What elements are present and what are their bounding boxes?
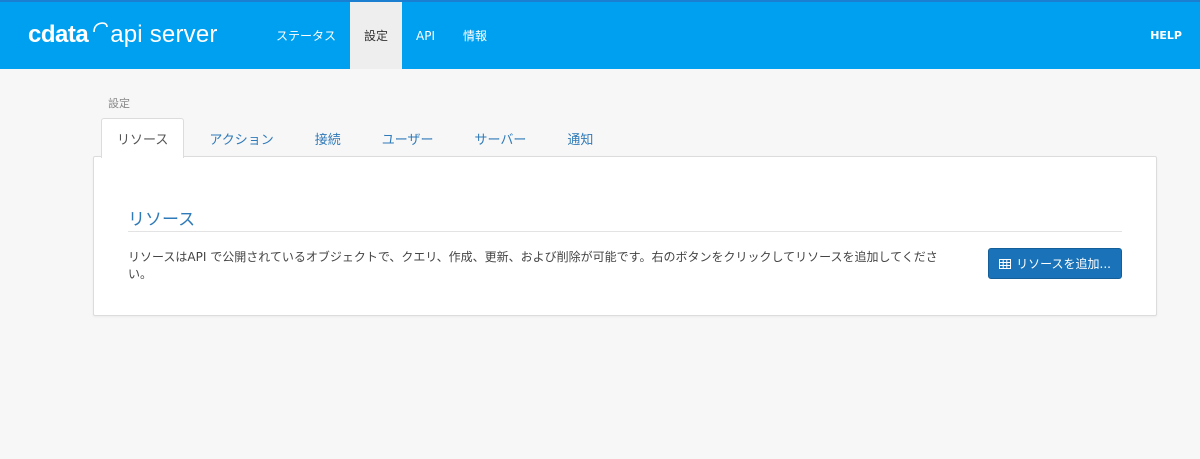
top-navbar: cdata api server ステータス 設定 API 情報 HELP: [0, 0, 1200, 69]
add-resource-button-label: リソースを追加...: [1016, 257, 1111, 271]
table-icon: [999, 258, 1012, 269]
tab-label: サーバー: [474, 132, 527, 148]
tab-label: ユーザー: [381, 132, 434, 148]
logo-product-text: api server: [110, 21, 218, 48]
divider: [128, 231, 1122, 232]
cloud-icon: [92, 18, 109, 52]
breadcrumb: 設定: [108, 97, 130, 110]
panel-title: リソース: [128, 210, 196, 230]
logo-brand-text: cdata: [28, 21, 89, 48]
nav-item-settings[interactable]: 設定: [350, 2, 403, 69]
tab-notifications[interactable]: 通知: [551, 118, 609, 157]
tab-actions[interactable]: アクション: [193, 118, 289, 157]
tab-connections[interactable]: 接続: [299, 118, 357, 157]
nav-item-label: 設定: [364, 29, 389, 43]
nav-item-label: 情報: [463, 29, 488, 43]
tab-users[interactable]: ユーザー: [366, 118, 450, 157]
nav-item-status[interactable]: ステータス: [262, 2, 350, 69]
nav-item-label: ステータス: [276, 29, 337, 43]
nav-item-info[interactable]: 情報: [449, 2, 501, 69]
add-resource-button[interactable]: リソースを追加...: [988, 248, 1122, 279]
tab-label: アクション: [209, 132, 274, 148]
help-link[interactable]: HELP: [1150, 2, 1182, 69]
nav-item-label: API: [416, 28, 436, 43]
tab-label: リソース: [117, 133, 169, 148]
tab-label: 通知: [567, 132, 594, 148]
panel-description: リソースはAPI で公開されているオブジェクトで、クエリ、作成、更新、および削除…: [128, 250, 938, 281]
main-nav: ステータス 設定 API 情報: [262, 2, 501, 69]
resources-panel: リソース リソースはAPI で公開されているオブジェクトで、クエリ、作成、更新、…: [93, 156, 1157, 316]
tab-server[interactable]: サーバー: [458, 118, 542, 157]
tab-label: 接続: [314, 132, 341, 148]
tab-resources[interactable]: リソース: [101, 118, 185, 158]
logo[interactable]: cdata api server: [28, 20, 218, 50]
nav-item-api[interactable]: API: [402, 2, 449, 69]
settings-tabs: リソース アクション 接続 ユーザー サーバー 通知: [101, 118, 618, 158]
